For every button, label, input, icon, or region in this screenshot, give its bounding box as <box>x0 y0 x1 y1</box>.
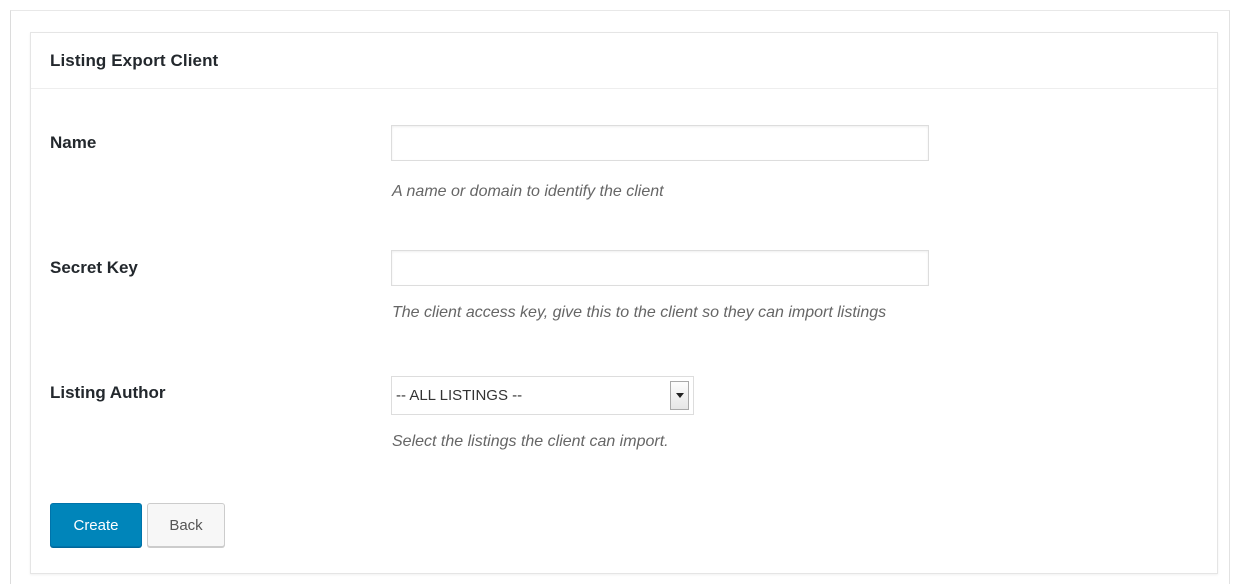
listing-author-selected-value: -- ALL LISTINGS -- <box>396 387 523 404</box>
back-button[interactable]: Back <box>147 503 225 547</box>
panel-header: Listing Export Client <box>31 33 1217 89</box>
listing-author-select[interactable]: -- ALL LISTINGS -- <box>391 376 694 415</box>
panel-title: Listing Export Client <box>50 50 219 70</box>
secret-key-input[interactable] <box>391 250 929 286</box>
listing-author-label: Listing Author <box>50 383 166 402</box>
export-client-panel: Listing Export Client Name A name or dom… <box>30 32 1218 574</box>
secret-key-hint: The client access key, give this to the … <box>392 304 887 321</box>
name-label: Name <box>50 133 97 152</box>
chevron-down-icon[interactable] <box>670 381 689 410</box>
name-hint: A name or domain to identify the client <box>392 183 664 200</box>
secret-key-label: Secret Key <box>50 258 138 277</box>
listing-author-hint: Select the listings the client can impor… <box>392 433 669 450</box>
name-input[interactable] <box>391 125 929 161</box>
create-button[interactable]: Create <box>50 503 142 547</box>
